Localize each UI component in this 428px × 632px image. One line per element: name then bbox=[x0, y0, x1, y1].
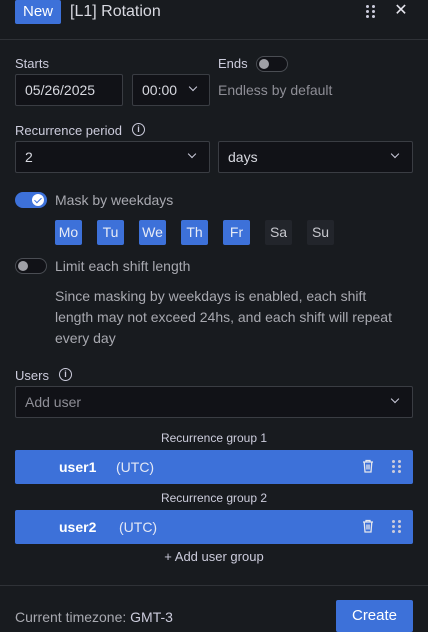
drag-handle-icon[interactable] bbox=[392, 460, 401, 474]
user-timezone: (UTC) bbox=[116, 459, 155, 475]
recurrence-group-label: Recurrence group 2 bbox=[160, 491, 268, 505]
timezone-value: GMT-3 bbox=[130, 609, 173, 625]
recurrence-group-label: Recurrence group 1 bbox=[160, 431, 268, 445]
recurrence-unit-select[interactable]: days bbox=[218, 141, 413, 173]
weekday-fr[interactable]: Fr bbox=[223, 220, 250, 245]
mask-weekdays-label: Mask by weekdays bbox=[55, 192, 174, 208]
users-label: Users bbox=[15, 368, 49, 383]
trash-icon[interactable] bbox=[362, 519, 374, 533]
info-icon[interactable]: i bbox=[59, 368, 72, 381]
ends-toggle[interactable] bbox=[256, 56, 288, 72]
create-button[interactable]: Create bbox=[336, 600, 413, 632]
user-row[interactable]: user1 (UTC) bbox=[15, 450, 413, 484]
info-icon[interactable]: i bbox=[132, 123, 145, 136]
new-badge: New bbox=[15, 0, 61, 24]
ends-hint: Endless by default bbox=[218, 82, 333, 98]
timezone-label: Current timezone: bbox=[15, 609, 127, 625]
user-timezone: (UTC) bbox=[119, 519, 158, 535]
drag-handle-icon[interactable] bbox=[366, 4, 378, 20]
weekday-th[interactable]: Th bbox=[181, 220, 208, 245]
start-time-select[interactable]: 00:00 bbox=[132, 74, 210, 106]
chevron-down-icon bbox=[390, 149, 400, 159]
add-user-group-button[interactable]: + Add user group bbox=[0, 549, 428, 564]
start-time-value: 00:00 bbox=[142, 82, 178, 98]
ends-label: Ends bbox=[218, 56, 248, 71]
chevron-down-icon bbox=[188, 82, 198, 92]
starts-label: Starts bbox=[15, 56, 49, 71]
recurrence-unit: days bbox=[228, 149, 258, 165]
weekday-sa[interactable]: Sa bbox=[265, 220, 292, 245]
rotation-title: [L1] Rotation bbox=[70, 3, 161, 20]
weekday-mo[interactable]: Mo bbox=[55, 220, 82, 245]
recurrence-value-select[interactable]: 2 bbox=[15, 141, 210, 173]
recurrence-label: Recurrence period bbox=[15, 123, 122, 138]
user-name: user2 bbox=[59, 519, 97, 535]
chevron-down-icon bbox=[187, 149, 197, 159]
add-user-placeholder: Add user bbox=[25, 394, 82, 410]
weekday-su[interactable]: Su bbox=[307, 220, 334, 245]
toggle-knob bbox=[32, 194, 44, 206]
toggle-knob bbox=[259, 59, 269, 69]
weekday-we[interactable]: We bbox=[139, 220, 166, 245]
current-timezone: Current timezone: GMT-3 bbox=[15, 609, 173, 625]
footer-divider bbox=[0, 585, 428, 586]
add-user-select[interactable]: Add user bbox=[15, 386, 413, 418]
user-name: user1 bbox=[59, 459, 97, 475]
close-icon[interactable]: ✕ bbox=[393, 2, 409, 20]
recurrence-value: 2 bbox=[25, 149, 33, 165]
toggle-knob bbox=[18, 261, 28, 271]
weekday-tu[interactable]: Tu bbox=[97, 220, 124, 245]
limit-shift-toggle[interactable] bbox=[15, 258, 47, 274]
start-date-input[interactable]: 05/26/2025 bbox=[15, 74, 123, 106]
drawer-header: New [L1] Rotation ✕ bbox=[0, 0, 428, 40]
limit-shift-note: Since masking by weekdays is enabled, ea… bbox=[55, 288, 392, 346]
limit-shift-label: Limit each shift length bbox=[55, 258, 191, 274]
chevron-down-icon bbox=[390, 394, 400, 404]
drag-handle-icon[interactable] bbox=[392, 520, 401, 534]
mask-weekdays-toggle[interactable] bbox=[15, 192, 47, 208]
trash-icon[interactable] bbox=[362, 459, 374, 473]
user-row[interactable]: user2 (UTC) bbox=[15, 510, 413, 544]
